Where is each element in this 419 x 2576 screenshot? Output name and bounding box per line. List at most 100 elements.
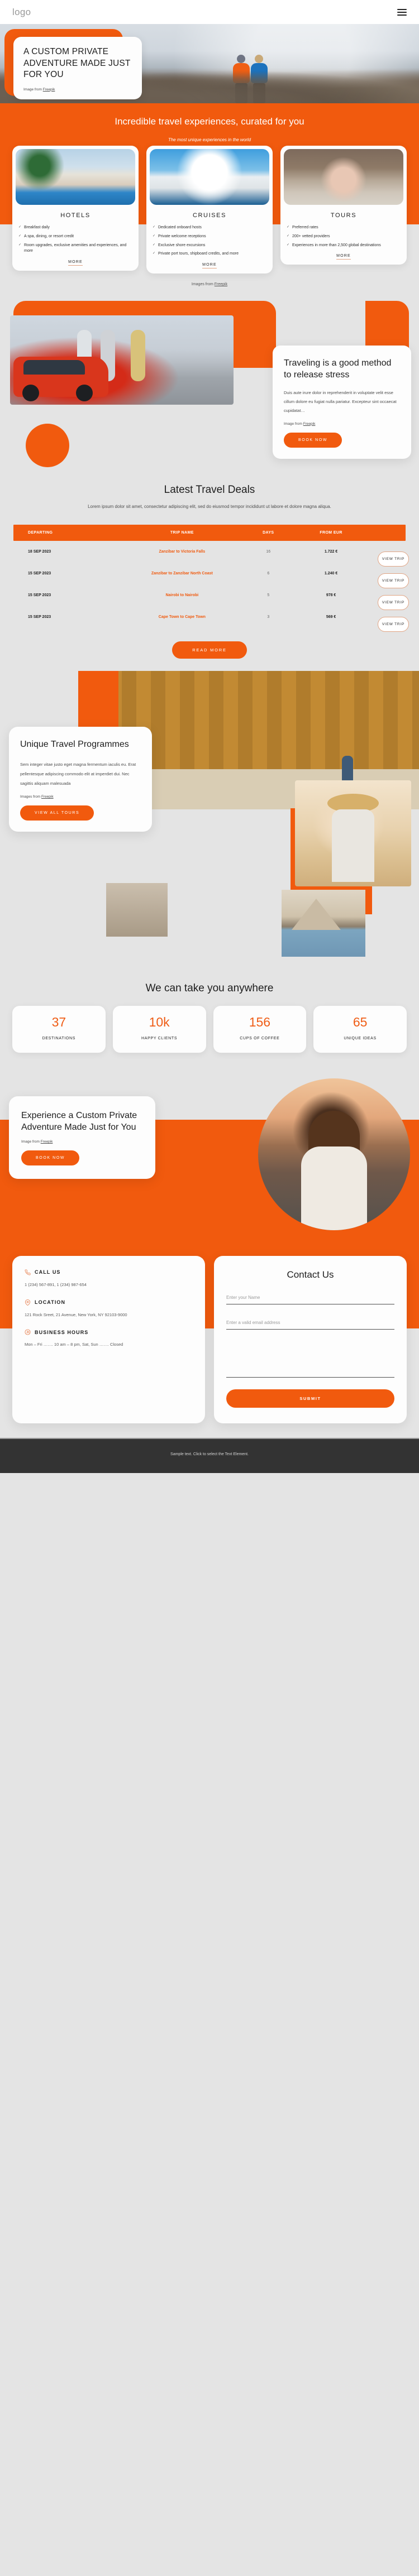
list-item: Private port tours, shipboard credits, a… xyxy=(153,251,266,257)
stat-number: 65 xyxy=(353,1014,368,1029)
column-header-days: DAYS xyxy=(263,530,274,535)
name-field[interactable] xyxy=(226,1292,394,1304)
contact-info-title: BUSINESS HOURS xyxy=(35,1329,89,1335)
programmes-image-credit: Images from Freepik xyxy=(20,795,141,799)
read-more-button[interactable]: READ MORE xyxy=(172,641,247,659)
stat-label: DESTINATIONS xyxy=(42,1036,76,1040)
service-feature-list: Breakfast daily A spa, dining, or resort… xyxy=(12,225,139,255)
list-item: Preferred rates xyxy=(287,225,401,231)
stat-number: 10k xyxy=(149,1014,170,1029)
cell-days: 16 xyxy=(266,549,271,554)
phone-icon xyxy=(25,1269,31,1275)
mountain-lake-photo xyxy=(282,889,365,957)
services-credit-link[interactable]: Freepik xyxy=(215,282,227,286)
view-trip-button[interactable]: VIEW TRIP xyxy=(378,617,409,632)
road-trip-photo xyxy=(10,315,234,405)
list-item: Room upgrades, exclusive amenities and e… xyxy=(18,243,132,255)
service-more-label: MORE xyxy=(336,254,351,260)
hikers-figures xyxy=(231,41,292,103)
book-now-button[interactable]: BOOK NOW xyxy=(284,432,342,448)
cell-trip-name[interactable]: Cape Town to Cape Town xyxy=(123,615,241,619)
cell-price: 978 € xyxy=(326,593,336,597)
table-row: 15 SEP 2023 Cape Town to Cape Town 3 569… xyxy=(13,606,409,632)
list-item: 200+ vetted providers xyxy=(287,234,401,240)
cell-departing: 15 SEP 2023 xyxy=(28,571,51,575)
column-header-departing: DEPARTING xyxy=(28,530,53,535)
cell-departing: 18 SEP 2023 xyxy=(28,549,51,554)
contact-columns: CALL US 1 (234) 567-891, 1 (234) 987-654… xyxy=(0,1255,419,1423)
cell-departing: 15 SEP 2023 xyxy=(28,593,51,597)
cell-trip-name[interactable]: Zanzibar to Victoria Falls xyxy=(123,550,241,554)
programmes-credit-prefix: Images from xyxy=(20,795,41,799)
experience-title: Experience a Custom Private Adventure Ma… xyxy=(21,1110,137,1132)
programmes-body: Sem integer vitae justo eget magna ferme… xyxy=(20,761,136,786)
experience-credit-link[interactable]: Freepik xyxy=(41,1140,53,1144)
stats-section: We can take you anywhere 37 DESTINATIONS… xyxy=(0,966,419,1072)
stat-cups-of-coffee: 156 CUPS OF COFFEE xyxy=(213,1005,307,1053)
deals-actions: READ MORE xyxy=(0,641,419,659)
hamburger-icon[interactable] xyxy=(397,8,407,16)
cell-trip-name[interactable]: Zanzibar to Zanzibar North Coast xyxy=(123,572,241,575)
cell-price: 569 € xyxy=(326,615,336,619)
list-item: Dedicated onboard hosts xyxy=(153,225,266,231)
service-more-link[interactable]: MORE xyxy=(12,260,139,266)
message-field[interactable] xyxy=(226,1341,394,1378)
services-image-credit: Images from Freepik xyxy=(0,274,419,298)
deals-table: DEPARTING TRIP NAME DAYS FROM EUR 18 SEP… xyxy=(13,524,409,632)
hero-card: A CUSTOM PRIVATE ADVENTURE MADE JUST FOR… xyxy=(13,37,142,99)
stat-label: CUPS OF COFFEE xyxy=(240,1036,280,1040)
stat-label: HAPPY CLIENTS xyxy=(141,1036,178,1040)
page-root: logo A CUSTOM PRIVATE ADVENTURE MADE JUS… xyxy=(0,0,419,1473)
cell-trip-name[interactable]: Nairobi to Nairobi xyxy=(123,593,241,597)
stress-credit-link[interactable]: Freepik xyxy=(303,422,316,426)
service-card-title: CRUISES xyxy=(192,212,227,219)
contact-form-title: Contact Us xyxy=(287,1269,334,1280)
service-card-title: HOTELS xyxy=(60,212,91,219)
cell-departing: 15 SEP 2023 xyxy=(28,615,51,619)
contact-form-panel: Contact Us SUBMIT xyxy=(214,1255,407,1423)
programmes-card: Unique Travel Programmes Sem integer vit… xyxy=(9,726,152,832)
table-row: 15 SEP 2023 Zanzibar to Zanzibar North C… xyxy=(13,563,409,589)
cell-days: 6 xyxy=(267,571,270,575)
contact-info-value: Mon – Fri ……. 10 am – 8 pm, Sat, Sun …….… xyxy=(25,1342,123,1347)
contact-info-panel: CALL US 1 (234) 567-891, 1 (234) 987-654… xyxy=(12,1255,205,1423)
site-header: logo xyxy=(0,0,419,24)
clock-24-icon xyxy=(25,1329,31,1335)
stress-title: Traveling is a good method to release st… xyxy=(284,358,392,380)
logo[interactable]: logo xyxy=(12,7,31,18)
service-card-hotels[interactable]: HOTELS Breakfast daily A spa, dining, or… xyxy=(12,145,139,271)
site-footer: Sample text. Click to select the Text El… xyxy=(0,1437,419,1473)
stress-body: Duis aute irure dolor in reprehenderit i… xyxy=(284,390,397,413)
service-more-link[interactable]: MORE xyxy=(280,254,407,260)
stats-list: 37 DESTINATIONS 10k HAPPY CLIENTS 156 CU… xyxy=(0,1005,419,1053)
experience-card: Experience a Custom Private Adventure Ma… xyxy=(9,1096,155,1179)
service-more-label: MORE xyxy=(202,263,217,269)
list-item: Exclusive shore excursions xyxy=(153,243,266,249)
hotel-pool-photo xyxy=(16,148,135,205)
experience-credit-prefix: Image from xyxy=(21,1140,41,1144)
stress-section: Traveling is a good method to release st… xyxy=(0,298,419,468)
service-card-tours[interactable]: TOURS Preferred rates 200+ vetted provid… xyxy=(280,145,407,265)
cruise-ship-photo xyxy=(150,148,269,205)
contact-info-value: 1 (234) 567-891, 1 (234) 987-654 xyxy=(25,1282,87,1287)
stress-image-credit: Image from Freepik xyxy=(284,422,400,426)
email-field[interactable] xyxy=(226,1317,394,1330)
book-now-button[interactable]: BOOK NOW xyxy=(21,1150,80,1166)
list-item: Experiences in more than 2,500 global de… xyxy=(287,243,401,249)
services-card-list: HOTELS Breakfast daily A spa, dining, or… xyxy=(0,142,419,274)
service-card-cruises[interactable]: CRUISES Dedicated onboard hosts Private … xyxy=(146,145,273,274)
submit-button[interactable]: SUBMIT xyxy=(226,1389,394,1408)
service-more-link[interactable]: MORE xyxy=(146,263,273,269)
experience-section: Experience a Custom Private Adventure Ma… xyxy=(0,1071,419,1256)
contact-info-call: CALL US 1 (234) 567-891, 1 (234) 987-654 xyxy=(25,1269,193,1289)
hero-section: A CUSTOM PRIVATE ADVENTURE MADE JUST FOR… xyxy=(0,24,419,103)
programmes-credit-link[interactable]: Freepik xyxy=(41,795,54,799)
table-row: 18 SEP 2023 Zanzibar to Victoria Falls 1… xyxy=(13,541,409,567)
stat-number: 156 xyxy=(249,1014,271,1029)
view-all-tours-button[interactable]: VIEW ALL TOURS xyxy=(20,805,94,821)
tour-couple-photo xyxy=(284,148,403,205)
hero-credit-link[interactable]: Freepik xyxy=(43,88,55,92)
location-icon xyxy=(25,1299,31,1306)
canyon-photo xyxy=(106,882,168,937)
stat-happy-clients: 10k HAPPY CLIENTS xyxy=(112,1005,206,1053)
